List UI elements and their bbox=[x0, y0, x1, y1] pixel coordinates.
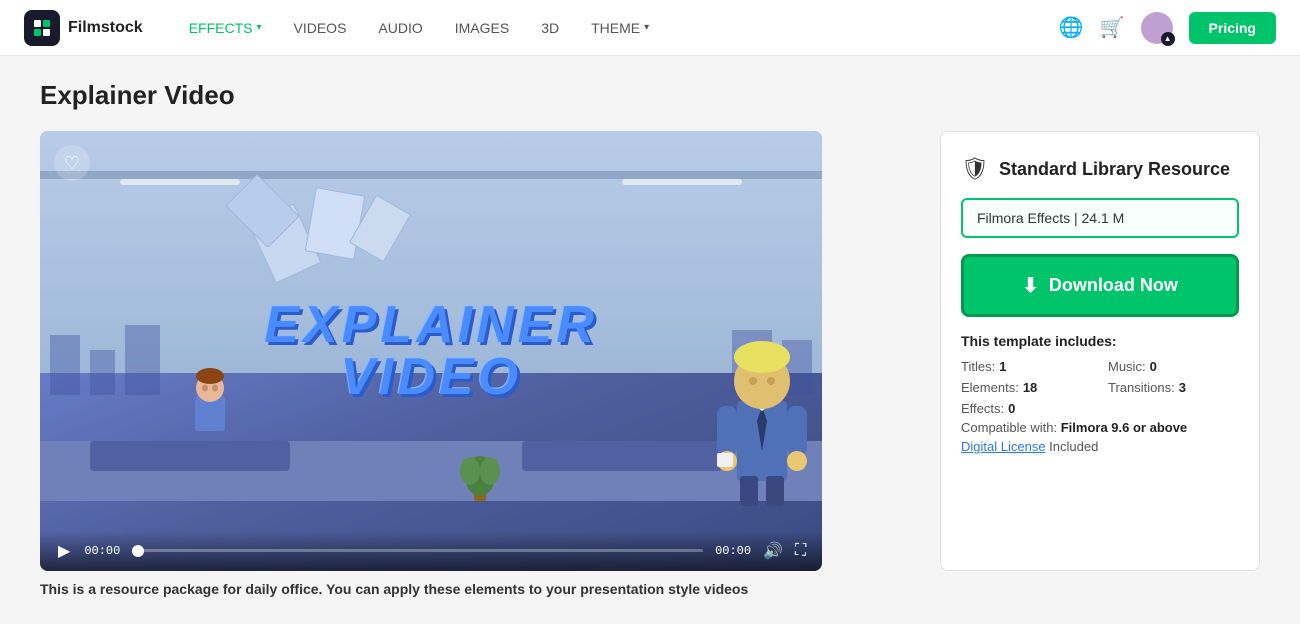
video-panel: EXPLAINER VIDEO bbox=[40, 131, 822, 571]
template-elements: Elements: 18 bbox=[961, 380, 1092, 395]
nav-images[interactable]: IMAGES bbox=[441, 12, 523, 44]
music-label: Music: bbox=[1108, 359, 1146, 374]
file-info-box: Filmora Effects | 24.1 M bbox=[961, 198, 1239, 238]
license-included-label: Included bbox=[1049, 439, 1098, 454]
progress-bar[interactable] bbox=[132, 549, 703, 552]
template-music: Music: 0 bbox=[1108, 359, 1239, 374]
video-thumbnail: EXPLAINER VIDEO bbox=[40, 131, 822, 571]
shield-icon: 🛡 bbox=[961, 156, 989, 182]
lamp-right bbox=[622, 179, 742, 185]
page-title: Explainer Video bbox=[40, 80, 1260, 111]
progress-indicator bbox=[132, 545, 144, 557]
elements-value: 18 bbox=[1023, 380, 1037, 395]
character-left bbox=[180, 366, 240, 446]
video-controls: ▶ 00:00 00:00 🔊 ⛶ bbox=[40, 531, 822, 571]
transitions-label: Transitions: bbox=[1108, 380, 1175, 395]
nav-theme[interactable]: THEME ▾ bbox=[577, 12, 663, 44]
titles-value: 1 bbox=[999, 359, 1006, 374]
lamp-left bbox=[120, 179, 240, 185]
titles-label: Titles: bbox=[961, 359, 995, 374]
cart-icon[interactable]: 🛒 bbox=[1100, 15, 1125, 40]
template-titles: Titles: 1 bbox=[961, 359, 1092, 374]
compatibility-row: Compatible with: Filmora 9.6 or above bbox=[961, 420, 1239, 435]
time-current: 00:00 bbox=[84, 544, 120, 558]
nav-videos[interactable]: VIDEOS bbox=[280, 12, 361, 44]
transitions-value: 3 bbox=[1179, 380, 1186, 395]
nav-right: 🌐 🛒 ▲ Pricing bbox=[1059, 12, 1276, 44]
file-info-text: Filmora Effects | 24.1 M bbox=[977, 210, 1124, 226]
template-effects: Effects: 0 bbox=[961, 401, 1239, 416]
compat-value: Filmora 9.6 or above bbox=[1061, 420, 1187, 435]
template-includes-title: This template includes: bbox=[961, 333, 1239, 349]
license-row: Digital License Included bbox=[961, 439, 1239, 454]
ceiling bbox=[40, 171, 822, 179]
template-transitions: Transitions: 3 bbox=[1108, 380, 1239, 395]
description-text: This is a resource package for daily off… bbox=[40, 581, 748, 597]
resource-title: Standard Library Resource bbox=[999, 159, 1230, 180]
logo-icon bbox=[24, 10, 60, 46]
building-bg bbox=[40, 263, 822, 395]
nav-effects[interactable]: EFFECTS ▾ bbox=[175, 12, 276, 44]
plant bbox=[460, 446, 500, 506]
chevron-down-icon: ▾ bbox=[256, 22, 261, 33]
play-button[interactable]: ▶ bbox=[56, 539, 72, 563]
avatar-container[interactable]: ▲ bbox=[1141, 12, 1173, 44]
scene: EXPLAINER VIDEO bbox=[40, 131, 822, 571]
template-grid: Titles: 1 Music: 0 Elements: 18 Transiti… bbox=[961, 359, 1239, 395]
volume-button[interactable]: 🔊 bbox=[763, 541, 783, 561]
desk-right bbox=[522, 441, 722, 471]
favorite-button[interactable]: ♡ bbox=[54, 145, 90, 181]
description: This is a resource package for daily off… bbox=[40, 579, 1260, 600]
notification-badge: ▲ bbox=[1161, 32, 1175, 46]
music-value: 0 bbox=[1150, 359, 1157, 374]
effects-value: 0 bbox=[1008, 401, 1015, 416]
time-total: 00:00 bbox=[715, 544, 751, 558]
nav-items: EFFECTS ▾ VIDEOS AUDIO IMAGES 3D THEME ▾ bbox=[175, 12, 1059, 44]
brand-logo[interactable]: Filmstock bbox=[24, 10, 143, 46]
globe-icon[interactable]: 🌐 bbox=[1059, 15, 1084, 40]
template-info: This template includes: Titles: 1 Music:… bbox=[961, 333, 1239, 454]
page-content: Explainer Video bbox=[0, 56, 1300, 624]
right-panel: 🛡 Standard Library Resource Filmora Effe… bbox=[940, 131, 1260, 571]
main-grid: EXPLAINER VIDEO bbox=[40, 131, 1260, 571]
elements-label: Elements: bbox=[961, 380, 1019, 395]
chevron-down-icon: ▾ bbox=[644, 22, 649, 33]
brand-name: Filmstock bbox=[68, 19, 143, 37]
navbar: Filmstock EFFECTS ▾ VIDEOS AUDIO IMAGES … bbox=[0, 0, 1300, 56]
digital-license-link[interactable]: Digital License bbox=[961, 439, 1046, 454]
compat-label: Compatible with: bbox=[961, 420, 1057, 435]
resource-header: 🛡 Standard Library Resource bbox=[961, 156, 1239, 182]
download-icon: ⬇ bbox=[1022, 273, 1039, 298]
download-label: Download Now bbox=[1049, 275, 1178, 296]
effects-label: Effects: bbox=[961, 401, 1004, 416]
nav-3d[interactable]: 3D bbox=[527, 12, 573, 44]
nav-audio[interactable]: AUDIO bbox=[364, 12, 436, 44]
character-right bbox=[712, 321, 812, 511]
download-button[interactable]: ⬇ Download Now bbox=[961, 254, 1239, 317]
pricing-button[interactable]: Pricing bbox=[1189, 12, 1276, 44]
fullscreen-button[interactable]: ⛶ bbox=[795, 542, 806, 560]
